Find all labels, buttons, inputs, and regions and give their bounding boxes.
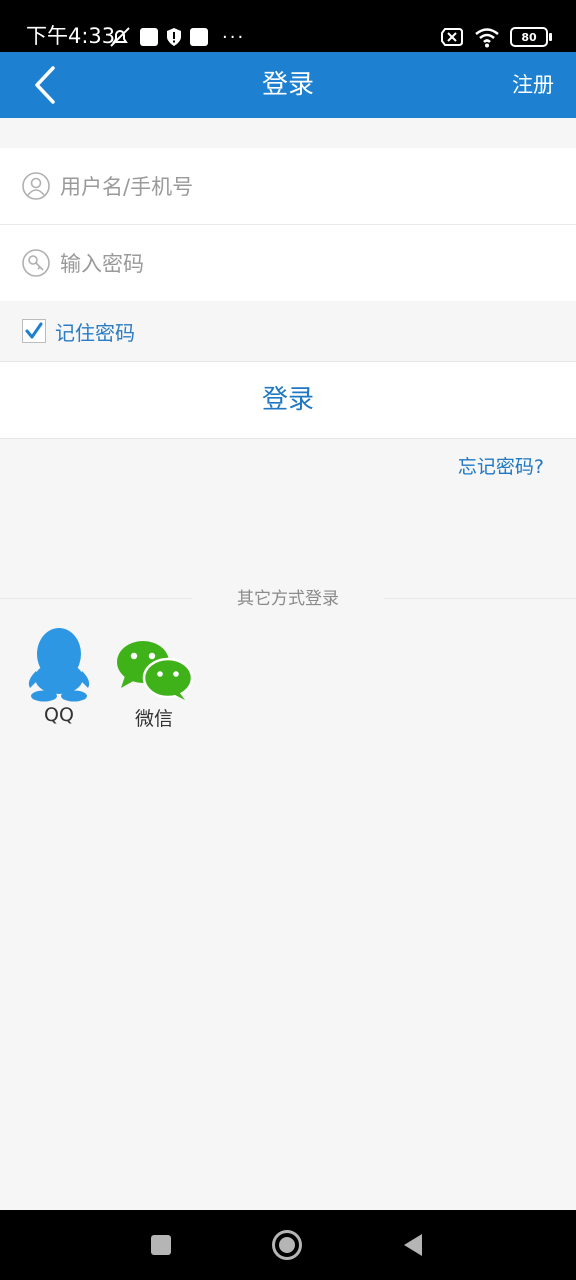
status-bar: 下午4:33 ··· 80: [0, 0, 576, 52]
triangle-back-icon: [404, 1234, 422, 1256]
user-icon: [22, 172, 50, 200]
forgot-password-link[interactable]: 忘记密码?: [458, 452, 544, 479]
no-sim-icon: [441, 28, 463, 46]
username-field[interactable]: 用户名/手机号: [0, 148, 576, 224]
key-icon: [22, 249, 50, 277]
wechat-icon: [117, 641, 193, 700]
status-left-icons: ···: [108, 24, 245, 50]
recent-apps-button[interactable]: [143, 1227, 179, 1263]
app-notification-icon: [140, 28, 158, 46]
qq-icon: [28, 628, 90, 702]
login-button[interactable]: 登录: [0, 361, 576, 439]
square-icon: [151, 1235, 171, 1255]
remember-password-label[interactable]: 记住密码: [55, 317, 135, 346]
register-button[interactable]: 注册: [512, 52, 554, 118]
battery-icon: 80: [510, 27, 552, 47]
qq-label: QQ: [44, 704, 74, 726]
status-right-icons: 80: [440, 24, 552, 50]
system-nav-bar: [0, 1210, 576, 1280]
login-form: 用户名/手机号 输入密码: [0, 148, 576, 301]
other-login-heading: 其它方式登录: [237, 589, 339, 609]
wifi-icon: [475, 28, 499, 48]
back-nav-button[interactable]: [395, 1227, 431, 1263]
more-notifications-icon: ···: [222, 26, 246, 48]
wechat-login-button[interactable]: 微信: [109, 624, 199, 731]
wechat-label: 微信: [134, 708, 173, 730]
qq-login-button[interactable]: QQ: [14, 624, 104, 726]
divider: [384, 598, 576, 599]
password-input[interactable]: 输入密码: [60, 248, 144, 278]
remember-password-checkbox[interactable]: [22, 319, 46, 343]
other-login-section: 其它方式登录: [0, 586, 576, 612]
app-notification-icon: [190, 28, 208, 46]
shield-icon: [167, 28, 181, 46]
status-time: 下午4:33: [26, 24, 116, 48]
home-button[interactable]: [269, 1227, 305, 1263]
checkmark-icon: [25, 322, 43, 339]
app-header: 登录 注册: [0, 52, 576, 118]
page-title: 登录: [261, 70, 314, 100]
username-input[interactable]: 用户名/手机号: [60, 171, 193, 201]
battery-level: 80: [521, 30, 537, 44]
remember-password-row: 记住密码: [0, 302, 576, 360]
mute-notification-icon: [110, 27, 130, 47]
home-circle-icon: [272, 1230, 302, 1260]
password-field[interactable]: 输入密码: [0, 225, 576, 301]
